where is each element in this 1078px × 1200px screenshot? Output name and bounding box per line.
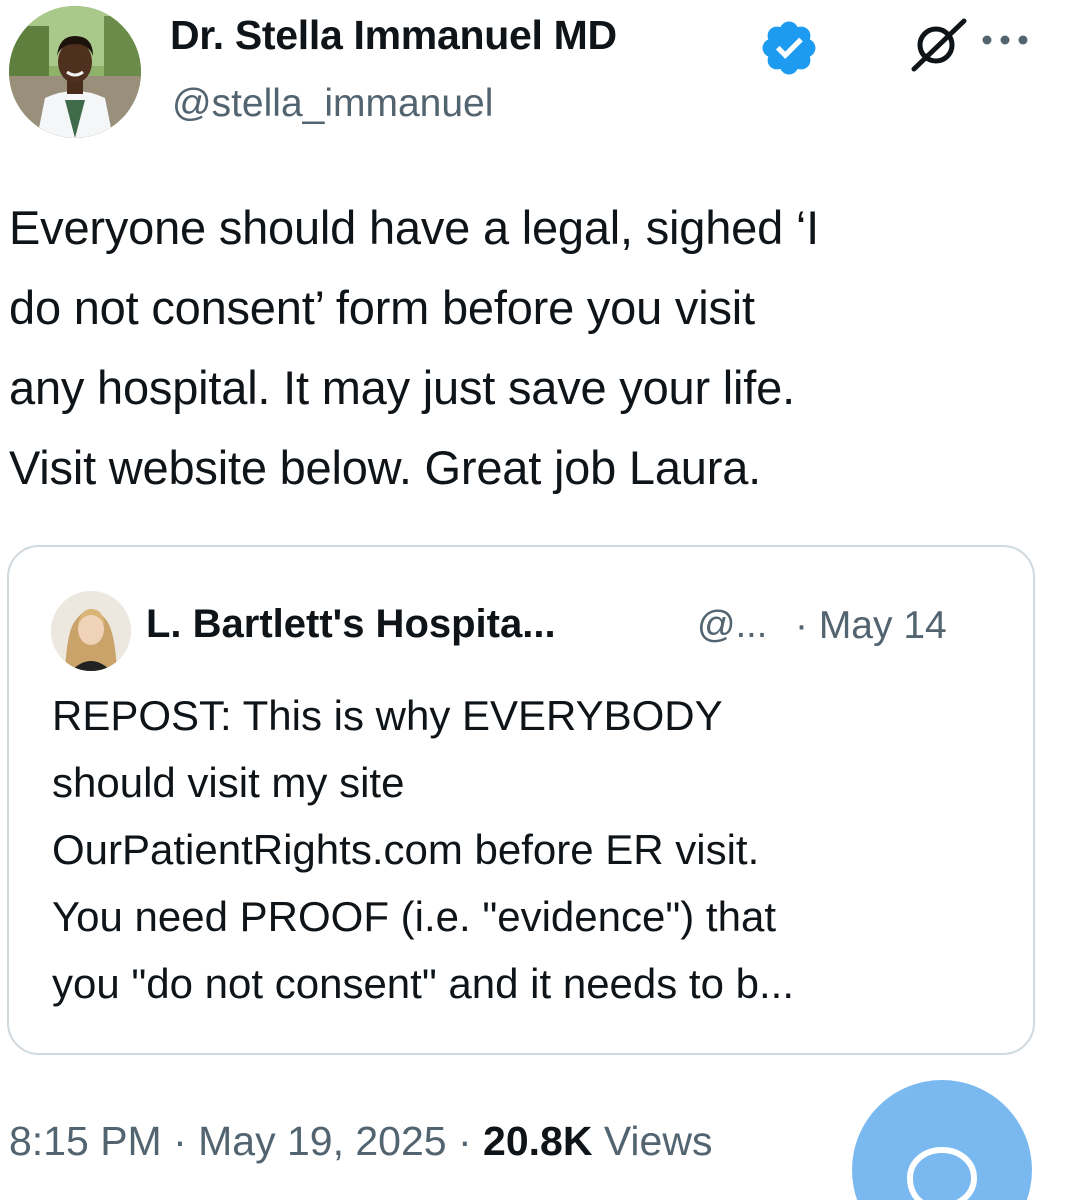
tweet-timestamp[interactable]: 8:15 PM · May 19, 2025 · <box>9 1118 483 1164</box>
tweet-text-line: any hospital. It may just save your life… <box>9 361 795 414</box>
tweet-text-line: Visit website below. Great job Laura. <box>9 441 761 494</box>
quoted-author-avatar[interactable] <box>51 591 131 671</box>
tweet-meta: 8:15 PM · May 19, 2025 · 20.8K Views <box>9 1118 712 1165</box>
quoted-text-line: OurPatientRights.com before ER visit. <box>52 826 760 873</box>
quoted-author-handle[interactable]: @... <box>697 604 767 647</box>
verified-badge-icon[interactable] <box>758 17 820 79</box>
author-avatar[interactable] <box>9 6 141 138</box>
tweet-detail: Dr. Stella Immanuel MD @stella_immanuel … <box>0 0 1078 1200</box>
views-label: Views <box>592 1118 713 1164</box>
tweet-text-line: Everyone should have a legal, sighed ‘I <box>9 201 820 254</box>
reply-bubble-icon <box>907 1147 977 1200</box>
tweet-text-line: do not consent’ form before you visit <box>9 281 755 334</box>
quoted-tweet-text: REPOST: This is why EVERYBODY should vis… <box>52 682 1027 1017</box>
author-handle[interactable]: @stella_immanuel <box>172 82 493 126</box>
quoted-tweet-card[interactable]: L. Bartlett's Hospita... @... · May 14 R… <box>7 545 1035 1055</box>
quoted-tweet-date[interactable]: · May 14 <box>795 604 947 648</box>
quoted-text-line: You need PROOF (i.e. "evidence") that <box>52 893 776 940</box>
quoted-text-line: should visit my site <box>52 759 405 806</box>
quoted-text-line: you "do not consent" and it needs to b..… <box>52 960 794 1007</box>
quoted-author-name[interactable]: L. Bartlett's Hospita... <box>146 602 556 647</box>
more-dots-icon[interactable] <box>975 22 1035 52</box>
reply-fab-button[interactable] <box>852 1080 1032 1200</box>
views-count[interactable]: 20.8K <box>483 1118 592 1164</box>
quoted-text-line: REPOST: This is why EVERYBODY <box>52 692 723 739</box>
tweet-text: Everyone should have a legal, sighed ‘I … <box>9 188 1069 508</box>
grok-icon[interactable] <box>906 17 972 73</box>
author-name[interactable]: Dr. Stella Immanuel MD <box>170 12 617 59</box>
